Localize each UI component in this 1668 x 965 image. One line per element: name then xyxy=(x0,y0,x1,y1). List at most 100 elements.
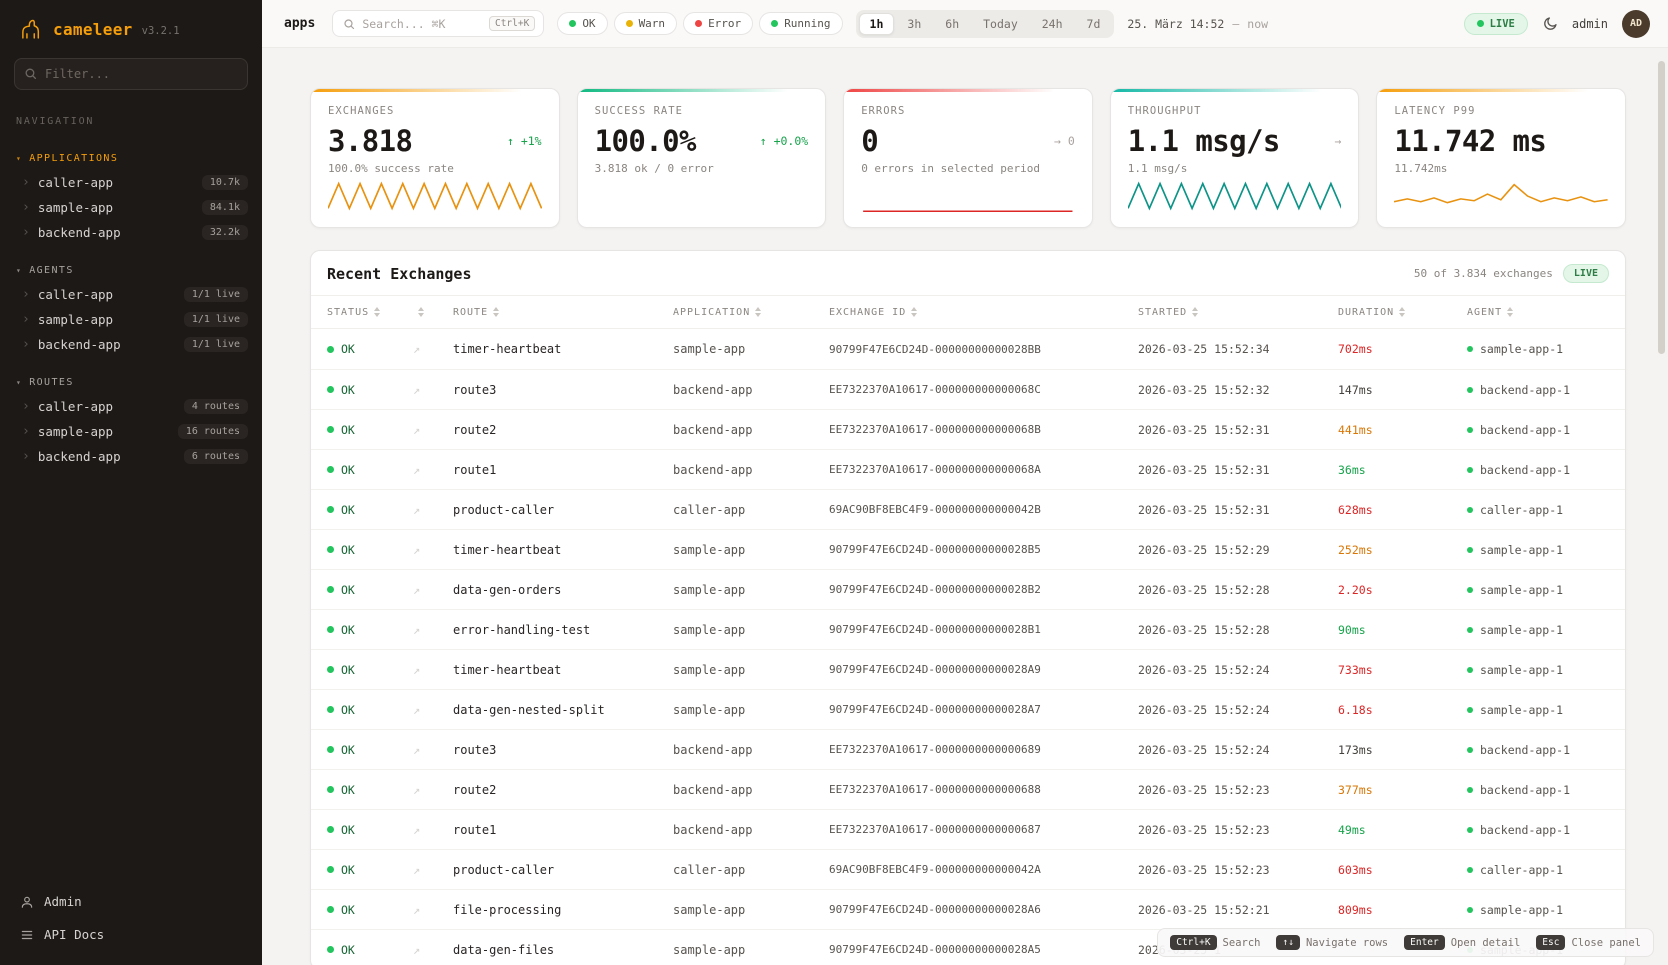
sidebar-item-backend-app[interactable]: ›backend-app32.2k xyxy=(0,220,262,245)
table-row[interactable]: OK↗data-gen-nested-splitsample-app90799F… xyxy=(311,689,1625,729)
open-detail-arrow-icon[interactable]: ↗ xyxy=(413,583,453,597)
time-range-display[interactable]: 25. März 14:52 — now xyxy=(1127,17,1268,31)
open-detail-arrow-icon[interactable]: ↗ xyxy=(413,383,453,397)
sidebar-section-header[interactable]: ▾APPLICATIONS xyxy=(0,147,262,170)
kpi-subtext: 0 errors in selected period xyxy=(861,162,1075,175)
sidebar-item-backend-app[interactable]: ›backend-app1/1 live xyxy=(0,332,262,357)
sidebar-item-caller-app[interactable]: ›caller-app10.7k xyxy=(0,170,262,195)
agent-dot-icon xyxy=(1467,547,1473,553)
open-detail-arrow-icon[interactable]: ↗ xyxy=(413,703,453,717)
kpi-card-exchanges: EXCHANGES3.818↑ +1%100.0% success rate xyxy=(310,88,560,228)
user-name: admin xyxy=(1572,17,1608,31)
sidebar-section-header[interactable]: ▾AGENTS xyxy=(0,259,262,282)
sidebar-item-caller-app[interactable]: ›caller-app4 routes xyxy=(0,394,262,419)
route-cell: file-processing xyxy=(453,903,673,917)
kpi-delta: → 0 xyxy=(1054,134,1075,148)
agent-cell: backend-app-1 xyxy=(1467,383,1609,397)
sidebar-filter-input[interactable] xyxy=(14,58,248,90)
sidebar-item-backend-app[interactable]: ›backend-app6 routes xyxy=(0,444,262,469)
table-row[interactable]: OK↗timer-heartbeatsample-app90799F47E6CD… xyxy=(311,529,1625,569)
table-row[interactable]: OK↗timer-heartbeatsample-app90799F47E6CD… xyxy=(311,649,1625,689)
route-cell: route3 xyxy=(453,383,673,397)
column-header-route[interactable]: ROUTE xyxy=(453,307,673,318)
column-header-duration[interactable]: DURATION xyxy=(1338,307,1467,318)
table-row[interactable]: OK↗route2backend-appEE7322370A10617-0000… xyxy=(311,409,1625,449)
sidebar-item-caller-app[interactable]: ›caller-app1/1 live xyxy=(0,282,262,307)
range-button-3h[interactable]: 3h xyxy=(896,13,932,35)
table-row[interactable]: OK↗route2backend-appEE7322370A10617-0000… xyxy=(311,769,1625,809)
column-header-exchange-id[interactable]: EXCHANGE ID xyxy=(829,307,1138,318)
sidebar-item-label: sample-app xyxy=(38,200,113,215)
column-header-status[interactable]: STATUS xyxy=(327,307,413,318)
agent-label: backend-app-1 xyxy=(1480,783,1570,797)
live-badge[interactable]: LIVE xyxy=(1464,13,1528,35)
status-dot-icon xyxy=(626,20,633,27)
table-row[interactable]: OK↗route1backend-appEE7322370A10617-0000… xyxy=(311,809,1625,849)
range-button-1h[interactable]: 1h xyxy=(859,13,895,35)
sidebar-section-header[interactable]: ▾ROUTES xyxy=(0,371,262,394)
exchange-id-cell: EE7322370A10617-000000000000068C xyxy=(829,383,1138,396)
sidebar-item-admin[interactable]: Admin xyxy=(0,885,262,918)
sidebar-item-api-docs[interactable]: API Docs xyxy=(0,918,262,951)
range-button-24h[interactable]: 24h xyxy=(1031,13,1074,35)
started-cell: 2026-03-25 15:52:23 xyxy=(1138,783,1338,797)
range-button-7d[interactable]: 7d xyxy=(1076,13,1112,35)
filter-chip-error[interactable]: Error xyxy=(683,12,753,35)
agent-dot-icon xyxy=(1467,907,1473,913)
topbar: apps Ctrl+K OKWarnErrorRunning 1h3h6hTod… xyxy=(262,0,1668,48)
open-detail-arrow-icon[interactable]: ↗ xyxy=(413,663,453,677)
sidebar-item-sample-app[interactable]: ›sample-app1/1 live xyxy=(0,307,262,332)
vertical-scrollbar[interactable] xyxy=(1658,61,1665,354)
global-search-input[interactable] xyxy=(362,17,482,31)
brand-name: cameleer xyxy=(53,20,133,39)
ok-dot-icon xyxy=(327,666,334,673)
dark-mode-toggle[interactable] xyxy=(1542,16,1558,32)
hint-close-panel: EscClose panel xyxy=(1536,935,1641,950)
sparkline xyxy=(1394,177,1608,215)
sidebar-item-badge: 1/1 live xyxy=(184,312,248,327)
open-detail-arrow-icon[interactable]: ↗ xyxy=(413,342,453,356)
open-detail-arrow-icon[interactable]: ↗ xyxy=(413,463,453,477)
table-row[interactable]: OK↗route1backend-appEE7322370A10617-0000… xyxy=(311,449,1625,489)
open-detail-arrow-icon[interactable]: ↗ xyxy=(413,743,453,757)
open-detail-arrow-icon[interactable]: ↗ xyxy=(413,783,453,797)
column-header-started[interactable]: STARTED xyxy=(1138,307,1338,318)
agent-dot-icon xyxy=(1467,507,1473,513)
table-row[interactable]: OK↗timer-heartbeatsample-app90799F47E6CD… xyxy=(311,329,1625,369)
table-row[interactable]: OK↗product-callercaller-app69AC90BF8EBC4… xyxy=(311,849,1625,889)
avatar[interactable]: AD xyxy=(1622,10,1650,38)
table-row[interactable]: OK↗error-handling-testsample-app90799F47… xyxy=(311,609,1625,649)
column-header-link[interactable] xyxy=(413,307,453,317)
range-button-6h[interactable]: 6h xyxy=(934,13,970,35)
open-detail-arrow-icon[interactable]: ↗ xyxy=(413,903,453,917)
sidebar-item-sample-app[interactable]: ›sample-app16 routes xyxy=(0,419,262,444)
open-detail-arrow-icon[interactable]: ↗ xyxy=(413,503,453,517)
application-cell: sample-app xyxy=(673,943,829,957)
filter-chip-running[interactable]: Running xyxy=(759,12,842,35)
status-cell: OK xyxy=(327,783,413,797)
open-detail-arrow-icon[interactable]: ↗ xyxy=(413,943,453,957)
status-label: OK xyxy=(341,663,355,677)
sidebar-item-sample-app[interactable]: ›sample-app84.1k xyxy=(0,195,262,220)
table-row[interactable]: OK↗product-callercaller-app69AC90BF8EBC4… xyxy=(311,489,1625,529)
filter-chip-warn[interactable]: Warn xyxy=(614,12,678,35)
sort-icon xyxy=(1399,307,1405,317)
table-row[interactable]: OK↗route3backend-appEE7322370A10617-0000… xyxy=(311,369,1625,409)
column-header-application[interactable]: APPLICATION xyxy=(673,307,829,318)
range-button-today[interactable]: Today xyxy=(972,13,1029,35)
open-detail-arrow-icon[interactable]: ↗ xyxy=(413,423,453,437)
duration-cell: 603ms xyxy=(1338,863,1467,877)
filter-chip-ok[interactable]: OK xyxy=(557,12,607,35)
table-row[interactable]: OK↗data-gen-orderssample-app90799F47E6CD… xyxy=(311,569,1625,609)
open-detail-arrow-icon[interactable]: ↗ xyxy=(413,543,453,557)
open-detail-arrow-icon[interactable]: ↗ xyxy=(413,823,453,837)
status-cell: OK xyxy=(327,863,413,877)
table-row[interactable]: OK↗file-processingsample-app90799F47E6CD… xyxy=(311,889,1625,929)
kpi-row: EXCHANGES3.818↑ +1%100.0% success rateSU… xyxy=(310,88,1626,228)
global-search[interactable]: Ctrl+K xyxy=(332,10,544,37)
column-header-agent[interactable]: AGENT xyxy=(1467,307,1609,318)
open-detail-arrow-icon[interactable]: ↗ xyxy=(413,863,453,877)
agent-label: backend-app-1 xyxy=(1480,463,1570,477)
open-detail-arrow-icon[interactable]: ↗ xyxy=(413,623,453,637)
table-row[interactable]: OK↗route3backend-appEE7322370A10617-0000… xyxy=(311,729,1625,769)
